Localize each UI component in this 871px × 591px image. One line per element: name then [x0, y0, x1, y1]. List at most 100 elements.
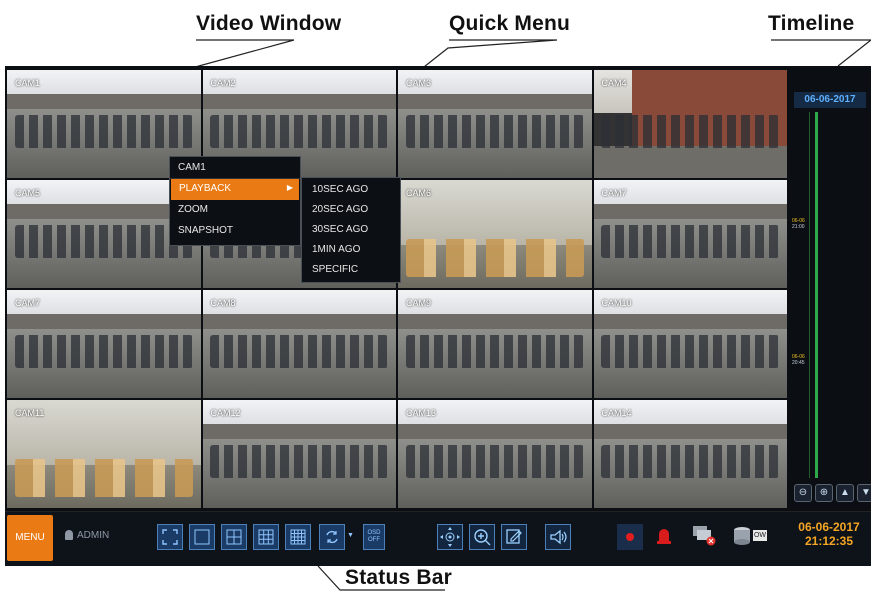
edit-icon — [506, 529, 522, 544]
layout-nine-icon — [258, 529, 274, 545]
camera-tile[interactable]: CAM8 — [202, 290, 396, 398]
camera-feed-cars — [405, 239, 584, 278]
menu-button[interactable]: MENU — [7, 515, 53, 561]
video-window-grid: CAM1 CAM2 CAM3 CAM4 CAM5 CAM6 CAM7 CAM7 CAM8 CAM9… — [7, 70, 787, 508]
ptz-icon — [440, 527, 460, 547]
camera-feed-cars — [601, 225, 780, 258]
camera-tile[interactable]: CAM4 — [593, 70, 787, 178]
quick-menu-item-label: ZOOM — [178, 204, 208, 215]
camera-label: CAM1 — [15, 78, 41, 88]
camera-feed-cars — [601, 335, 780, 368]
digital-zoom-button[interactable] — [469, 524, 495, 550]
layout-2x2-button[interactable] — [221, 524, 247, 550]
camera-tile[interactable]: CAM10 — [593, 290, 787, 398]
sequence-button[interactable] — [319, 524, 345, 550]
camera-feed-cars — [210, 335, 389, 368]
status-bar: MENU ADMIN ▼ OSD OFF OW 06-06-2017 21:12… — [5, 511, 871, 566]
submenu-item-specific[interactable]: SPECIFIC — [302, 260, 400, 280]
quick-menu-item-label: SNAPSHOT — [178, 225, 234, 236]
camera-tile[interactable]: CAM9 — [398, 290, 592, 398]
callout-quick-menu: Quick Menu — [449, 12, 571, 35]
layout-3x3-button[interactable] — [253, 524, 279, 550]
clock-time: 21:12:35 — [804, 534, 854, 548]
zoom-in-icon[interactable]: ⊕ — [815, 484, 833, 502]
timeline-date: 06-06-2017 — [794, 92, 866, 108]
camera-tile[interactable]: CAM12 — [202, 400, 396, 508]
camera-label: CAM7 — [15, 298, 41, 308]
arrow-up-icon[interactable]: ▲ — [836, 484, 854, 502]
camera-feed-cars — [210, 115, 389, 148]
clock-date: 06-06-2017 — [798, 520, 860, 534]
layout-single-icon — [194, 529, 210, 545]
camera-label: CAM9 — [406, 298, 432, 308]
camera-label: CAM6 — [406, 188, 432, 198]
submenu-item-30sec[interactable]: 30SEC AGO — [302, 220, 400, 240]
camera-label: CAM2 — [210, 78, 236, 88]
audio-button[interactable] — [545, 524, 571, 550]
playback-submenu: 10SEC AGO 20SEC AGO 30SEC AGO 1MIN AGO S… — [301, 177, 401, 283]
speaker-icon — [550, 529, 567, 545]
camera-tile[interactable]: CAM3 — [398, 70, 592, 178]
edit-button[interactable] — [501, 524, 527, 550]
quick-menu-item-zoom[interactable]: ZOOM — [170, 200, 300, 221]
fullscreen-icon — [162, 529, 178, 545]
timeline-mark-time: 20:45 — [792, 360, 805, 366]
camera-feed-bldg — [398, 204, 592, 221]
timeline-track[interactable] — [815, 112, 818, 478]
timeline-panel[interactable]: 06-06-2017 06-06 21:00 06-06 20:45 ⊖ ⊕ ▲… — [790, 66, 871, 508]
camera-feed-cars — [601, 115, 780, 148]
hdd-status-label: OW — [753, 530, 767, 541]
arrow-down-icon[interactable]: ▼ — [857, 484, 871, 502]
camera-feed-cars — [601, 445, 780, 478]
submenu-item-20sec[interactable]: 20SEC AGO — [302, 200, 400, 220]
ptz-button[interactable] — [437, 524, 463, 550]
camera-feed-cars — [405, 335, 584, 368]
quick-menu: CAM1 PLAYBACK ▶ ZOOM SNAPSHOT — [169, 156, 301, 246]
camera-label: CAM3 — [406, 78, 432, 88]
zoom-out-icon[interactable]: ⊖ — [794, 484, 812, 502]
camera-feed-cars — [210, 445, 389, 478]
quick-menu-item-playback[interactable]: PLAYBACK ▶ — [171, 179, 299, 200]
camera-label: CAM5 — [15, 188, 41, 198]
camera-label: CAM13 — [406, 408, 437, 418]
dvr-monitor: CAM1 CAM2 CAM3 CAM4 CAM5 CAM6 CAM7 CAM7 CAM8 CAM9… — [5, 66, 871, 566]
timeline-track-secondary — [809, 112, 810, 478]
camera-feed-cars — [405, 115, 584, 148]
osd-label: OSD — [367, 530, 381, 536]
submenu-item-10sec[interactable]: 10SEC AGO — [302, 180, 400, 200]
chevron-right-icon: ▶ — [286, 183, 293, 192]
camera-tile[interactable]: CAM13 — [398, 400, 592, 508]
camera-tile[interactable]: CAM11 — [7, 400, 201, 508]
camera-label: CAM11 — [15, 408, 45, 418]
camera-tile[interactable]: CAM7 — [593, 180, 787, 288]
camera-feed-ground — [593, 145, 787, 178]
current-user: ADMIN — [65, 530, 109, 541]
layout-sixteen-icon — [290, 529, 306, 545]
camera-tile[interactable]: CAM14 — [593, 400, 787, 508]
system-clock: 06-06-2017 21:12:35 — [791, 520, 867, 548]
fullscreen-button[interactable] — [157, 524, 183, 550]
osd-state: OFF — [368, 537, 380, 543]
timeline-controls: ⊖ ⊕ ▲ ▼ — [794, 484, 871, 502]
camera-tile[interactable]: CAM7 — [7, 290, 201, 398]
camera-label: CAM14 — [601, 408, 632, 418]
camera-feed-cars — [14, 335, 193, 368]
camera-label: CAM7 — [601, 188, 627, 198]
layout-quad-icon — [226, 529, 242, 545]
camera-label: CAM12 — [210, 408, 241, 418]
submenu-item-1min[interactable]: 1MIN AGO — [302, 240, 400, 260]
record-icon[interactable] — [617, 524, 643, 550]
camera-feed-cars — [14, 225, 193, 258]
callout-status-bar: Status Bar — [345, 566, 453, 589]
osd-toggle-button[interactable]: OSD OFF — [363, 524, 385, 550]
layout-4x4-button[interactable] — [285, 524, 311, 550]
alarm-icon[interactable] — [657, 526, 671, 544]
quick-menu-item-snapshot[interactable]: SNAPSHOT — [170, 221, 300, 242]
camera-feed-bldg — [7, 424, 201, 441]
chevron-down-icon[interactable]: ▼ — [347, 532, 354, 539]
camera-tile[interactable]: CAM6 — [398, 180, 592, 288]
camera-disconnected-icon[interactable] — [693, 526, 717, 546]
layout-1x1-button[interactable] — [189, 524, 215, 550]
camera-feed-cars — [405, 445, 584, 478]
callout-timeline: Timeline — [768, 12, 855, 35]
